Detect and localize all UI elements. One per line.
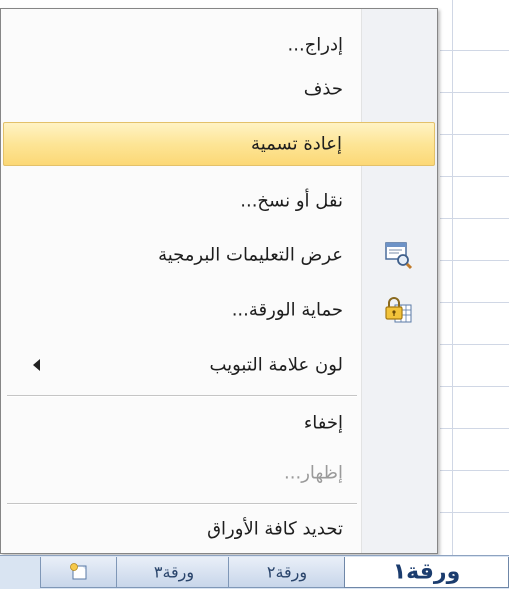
grid-row-line — [440, 50, 509, 51]
menu-item-label: حماية الورقة... — [231, 299, 343, 321]
menu-item-move-or-copy[interactable]: نقل أو نسخ... — [3, 179, 435, 223]
grid-row-line — [440, 386, 509, 387]
protect-sheet-lock-icon — [383, 295, 413, 325]
sheet-tab-bar: ورقة٣ ورقة٢ ورقة١ — [0, 555, 509, 589]
menu-item-label: حذف — [303, 78, 343, 100]
grid-row-line — [440, 92, 509, 93]
grid-row-line — [440, 470, 509, 471]
menu-item-view-code[interactable]: عرض التعليمات البرمجية — [3, 233, 435, 277]
insert-worksheet-tab[interactable] — [40, 557, 118, 588]
grid-row-line — [440, 512, 509, 513]
grid-column-line — [452, 0, 453, 555]
sheet-tab-label: ورقة١ — [392, 559, 461, 585]
grid-row-line — [440, 176, 509, 177]
menu-separator — [7, 503, 357, 505]
insert-worksheet-icon — [41, 562, 117, 582]
menu-item-label: إخفاء — [303, 412, 343, 434]
sheet-tab-context-menu: إدراج... حذف إعادة تسمية نقل أو نسخ... ع… — [0, 8, 438, 554]
grid-row-line — [440, 218, 509, 219]
grid-row-line — [440, 302, 509, 303]
menu-item-hide[interactable]: إخفاء — [3, 401, 435, 445]
grid-row-line — [440, 344, 509, 345]
grid-row-line — [440, 428, 509, 429]
menu-item-label: نقل أو نسخ... — [240, 190, 343, 212]
menu-item-label: تحديد كافة الأوراق — [207, 518, 343, 540]
menu-separator — [7, 395, 357, 397]
grid-row-line — [440, 134, 509, 135]
sheet-tab-label: ورقة٣ — [153, 562, 195, 582]
sheet-tab-label: ورقة٢ — [266, 562, 308, 582]
sheet-tab-1-active[interactable]: ورقة١ — [344, 557, 509, 588]
menu-item-label: عرض التعليمات البرمجية — [158, 244, 343, 266]
menu-item-label: إعادة تسمية — [251, 133, 342, 155]
menu-item-rename[interactable]: إعادة تسمية — [3, 122, 435, 166]
menu-item-delete[interactable]: حذف — [3, 67, 435, 111]
menu-item-label: لون علامة التبويب — [209, 354, 343, 376]
sheet-tab-2[interactable]: ورقة٢ — [228, 557, 346, 588]
menu-item-unhide: إظهار... — [3, 451, 435, 495]
menu-item-label: إدراج... — [287, 34, 344, 56]
sheet-tab-3[interactable]: ورقة٣ — [116, 557, 232, 588]
menu-item-insert[interactable]: إدراج... — [3, 23, 435, 67]
view-code-icon — [383, 240, 413, 270]
submenu-arrow-icon — [33, 359, 40, 371]
menu-item-select-all-sheets[interactable]: تحديد كافة الأوراق — [3, 507, 435, 551]
menu-item-protect-sheet[interactable]: حماية الورقة... — [3, 288, 435, 332]
menu-item-label: إظهار... — [284, 462, 343, 484]
grid-row-line — [440, 260, 509, 261]
menu-item-tab-color[interactable]: لون علامة التبويب — [3, 343, 435, 387]
